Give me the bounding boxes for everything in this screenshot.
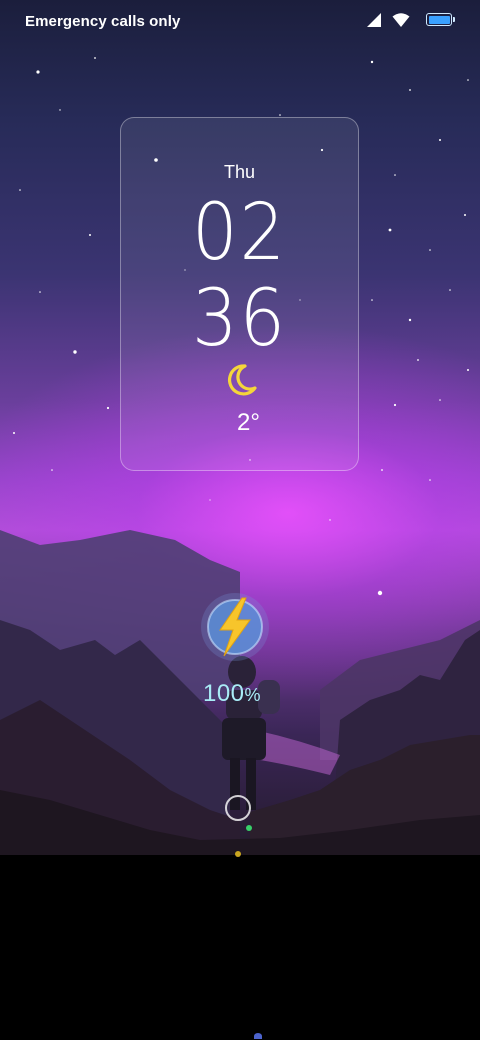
temperature: 2° — [237, 409, 260, 436]
battery-percent: 100% — [170, 680, 294, 708]
battery-nub — [452, 17, 455, 22]
wifi-icon — [392, 12, 410, 28]
battery-percent-sign: % — [244, 685, 262, 705]
clock-widget[interactable]: Thu 02 36 2° — [120, 117, 359, 471]
clock-hour: 02 — [191, 188, 287, 278]
moon-icon — [223, 362, 259, 398]
status-bar: Emergency calls only — [0, 0, 480, 44]
clock-minute: 36 — [191, 274, 287, 364]
battery-percent-value: 100 — [202, 680, 245, 707]
clock-day: Thu — [223, 162, 256, 182]
signal-icon — [366, 12, 382, 28]
bottom-panel — [0, 855, 480, 1040]
battery-icon — [426, 13, 455, 26]
battery-fill — [428, 15, 450, 24]
indicator-dot-bottom — [254, 1033, 262, 1039]
unlock-ring-icon[interactable] — [225, 795, 251, 821]
carrier-text: Emergency calls only — [25, 13, 181, 30]
charging-indicator — [200, 592, 270, 662]
lock-screen: Emergency calls only Thu 02 36 2° 100% — [0, 0, 480, 1040]
indicator-dot-yellow — [235, 851, 241, 857]
indicator-dot-green — [246, 825, 252, 831]
